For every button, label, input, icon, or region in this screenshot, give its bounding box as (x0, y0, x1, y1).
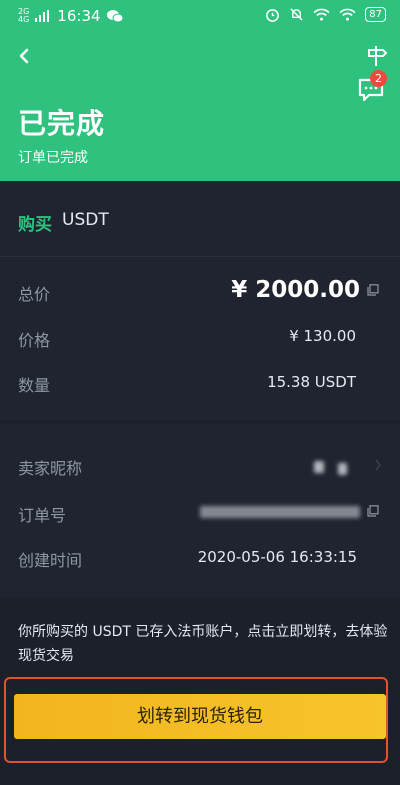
mute-icon (290, 8, 303, 21)
alarm-icon (266, 9, 280, 22)
seller-name-redacted (338, 463, 347, 475)
signpost-icon[interactable] (366, 44, 388, 68)
transfer-to-spot-wallet-button[interactable]: 划转到现货钱包 (14, 694, 386, 739)
price-label: 价格 (18, 331, 51, 350)
trade-coin: USDT (62, 210, 109, 230)
unread-badge: 2 (370, 70, 387, 87)
network-4g: 4G (18, 15, 30, 24)
seller-name-redacted (314, 461, 324, 473)
page-title: 已完成 (18, 107, 106, 140)
total-value: ¥ 2000.00 (231, 277, 360, 303)
divider (0, 256, 400, 257)
order-header: 已完成 订单已完成 (0, 34, 400, 181)
quantity-value: 15.38 USDT (267, 373, 356, 391)
network-indicator: 2G 4G (18, 8, 29, 24)
battery-icon: 87 (365, 7, 386, 22)
quantity-label: 数量 (18, 376, 51, 395)
wifi-icon-1 (313, 8, 330, 21)
wifi-icon-2 (339, 8, 356, 21)
status-left: 2G 4G 16:34 (18, 7, 123, 25)
chevron-right-icon[interactable] (374, 459, 382, 471)
trade-side: 购买 (18, 215, 52, 235)
order-number-label: 订单号 (18, 506, 67, 525)
order-number-redacted (200, 506, 360, 518)
copy-order-number-icon[interactable] (367, 505, 379, 517)
wechat-icon (106, 10, 123, 23)
page-subtitle: 订单已完成 (18, 150, 88, 166)
signal-icon (35, 10, 50, 22)
transfer-notice: 你所购买的 USDT 已存入法币账户，点击立即划转，去体验现货交易 (18, 624, 388, 664)
seller-label: 卖家昵称 (18, 459, 83, 478)
status-right: 87 (265, 7, 386, 22)
copy-icon[interactable] (367, 284, 379, 296)
clock: 16:34 (57, 7, 101, 25)
created-time-value: 2020-05-06 16:33:15 (197, 548, 357, 566)
status-bar: 2G 4G 16:34 87 (0, 0, 400, 34)
back-arrow-icon[interactable] (10, 42, 38, 70)
price-value: ¥ 130.00 (289, 327, 356, 345)
total-label: 总价 (18, 285, 51, 304)
created-time-label: 创建时间 (18, 551, 83, 570)
